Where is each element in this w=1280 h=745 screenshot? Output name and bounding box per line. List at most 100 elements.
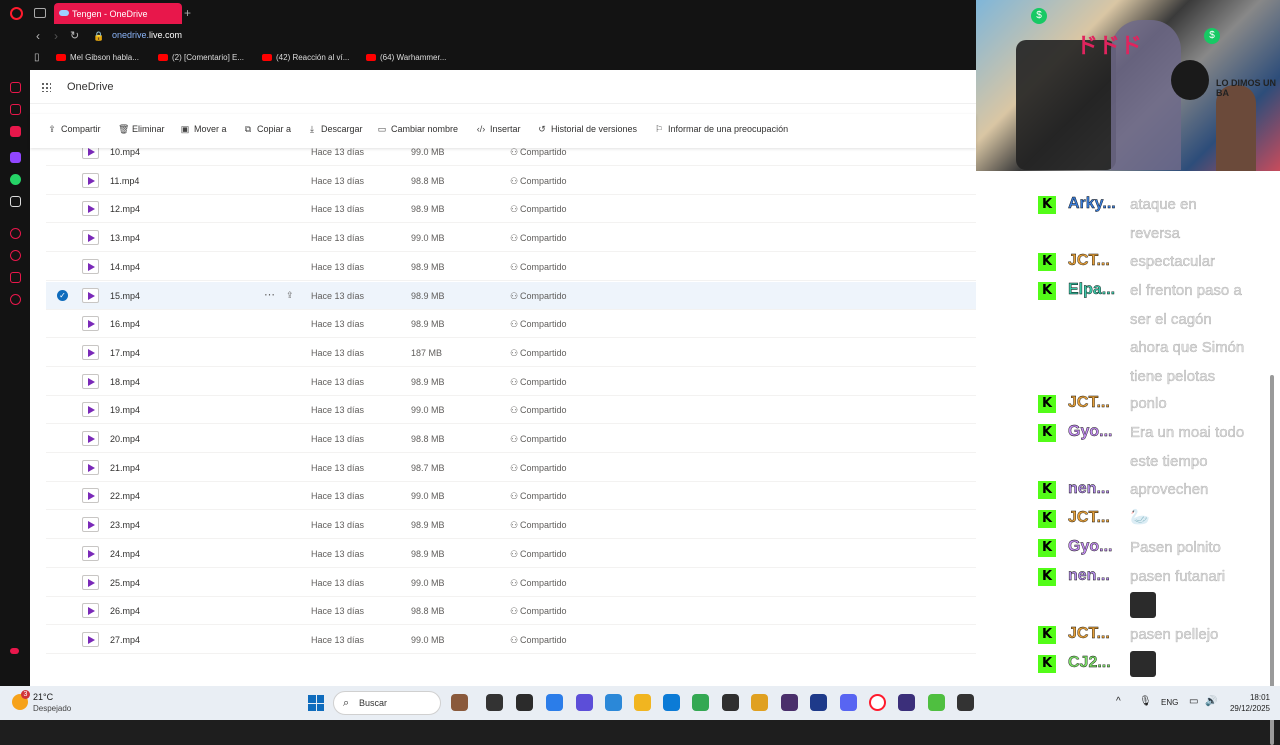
sharing-status[interactable]: ⚇ Compartido (510, 377, 567, 388)
file-name[interactable]: 15.mp4 (110, 291, 140, 301)
history-icon[interactable] (10, 250, 21, 261)
sharing-status[interactable]: ⚇ Compartido (510, 262, 567, 273)
table-row[interactable]: 13.mp4 Hace 13 días 99.0 MB ⚇ Compartido (46, 224, 976, 253)
sharing-status[interactable]: ⚇ Compartido (510, 405, 567, 416)
file-name[interactable]: 13.mp4 (110, 233, 140, 243)
copilot-icon[interactable] (546, 694, 563, 711)
sharing-status[interactable]: ⚇ Compartido (510, 434, 567, 445)
vivaldi-icon[interactable] (451, 694, 468, 711)
opera-logo-icon[interactable] (10, 7, 23, 20)
audition-icon[interactable] (810, 694, 827, 711)
back-arrow-icon[interactable]: ‹ (36, 29, 40, 43)
sharing-status[interactable]: ⚇ Compartido (510, 176, 567, 187)
reload-icon[interactable]: ↻ (70, 29, 79, 42)
tab-manager-icon[interactable] (34, 8, 46, 18)
sharing-status[interactable]: ⚇ Compartido (510, 233, 567, 244)
gx-icon[interactable] (10, 648, 19, 654)
taskbar-search[interactable]: ⌕ Buscar (333, 691, 441, 715)
steam-icon[interactable] (516, 694, 533, 711)
sharing-status[interactable]: ⚇ Compartido (510, 606, 567, 617)
file-name[interactable]: 17.mp4 (110, 348, 140, 358)
table-row[interactable]: 27.mp4 Hace 13 días 99.0 MB ⚇ Compartido (46, 626, 976, 654)
android-icon[interactable] (928, 694, 945, 711)
table-row[interactable]: 22.mp4 Hace 13 días 99.0 MB ⚇ Compartido (46, 482, 976, 511)
checkmark-icon[interactable]: ✓ (57, 289, 68, 301)
sharing-status[interactable]: ⚇ Compartido (510, 635, 567, 646)
twitch-icon[interactable] (10, 152, 21, 163)
file-name[interactable]: 25.mp4 (110, 578, 140, 588)
file-name[interactable]: 24.mp4 (110, 549, 140, 559)
file-name[interactable]: 10.mp4 (110, 147, 140, 157)
network-icon[interactable]: ▭ (1189, 696, 1198, 707)
x-icon[interactable] (10, 196, 21, 207)
explorer-icon[interactable] (605, 694, 622, 711)
file-name[interactable]: 12.mp4 (110, 204, 140, 214)
player-icon[interactable] (10, 228, 21, 239)
sharing-status[interactable]: ⚇ Compartido (510, 578, 567, 589)
teams-icon[interactable] (576, 694, 593, 711)
table-row[interactable]: 16.mp4 Hace 13 días 98.9 MB ⚇ Compartido (46, 310, 976, 339)
table-row[interactable]: 14.mp4 Hace 13 días 98.9 MB ⚇ Compartido (46, 253, 976, 281)
sharing-status[interactable]: ⚇ Compartido (510, 463, 567, 474)
sharing-status[interactable]: ⚇ Compartido (510, 147, 567, 158)
chevron-up-icon[interactable]: ^ (1116, 696, 1121, 707)
table-row[interactable]: 24.mp4 Hace 13 días 98.9 MB ⚇ Compartido (46, 540, 976, 568)
sharing-status[interactable]: ⚇ Compartido (510, 291, 567, 302)
visual-studio-icon[interactable] (898, 694, 915, 711)
table-row[interactable]: 11.mp4 Hace 13 días 98.8 MB ⚇ Compartido (46, 167, 976, 195)
forward-arrow-icon[interactable]: › (54, 29, 58, 43)
search-app-icon[interactable] (751, 694, 768, 711)
more-options-icon[interactable]: ⋯ (264, 288, 275, 301)
rename-button[interactable]: ▭ Cambiar nombre (377, 124, 458, 135)
table-row[interactable]: 17.mp4 Hace 13 días 187 MB ⚇ Compartido (46, 339, 976, 367)
move-to-button[interactable]: ▣ Mover a (180, 124, 227, 135)
weather-description[interactable]: Despejado (33, 704, 71, 713)
table-row[interactable]: 20.mp4 Hace 13 días 98.8 MB ⚇ Compartido (46, 425, 976, 453)
table-row[interactable]: 19.mp4 Hace 13 días 99.0 MB ⚇ Compartido (46, 396, 976, 425)
bag-icon[interactable] (10, 104, 21, 115)
embed-button[interactable]: ‹/› Insertar (476, 124, 521, 134)
file-name[interactable]: 27.mp4 (110, 635, 140, 645)
clock[interactable]: 18:01 29/12/2025 (1222, 692, 1270, 714)
file-name[interactable]: 18.mp4 (110, 377, 140, 387)
file-name[interactable]: 21.mp4 (110, 463, 140, 473)
opera-icon[interactable] (869, 694, 886, 711)
file-name[interactable]: 22.mp4 (110, 491, 140, 501)
whatsapp-icon[interactable] (10, 174, 21, 185)
language-indicator[interactable]: ENG (1161, 698, 1178, 707)
file-name[interactable]: 20.mp4 (110, 434, 140, 444)
share-file-icon[interactable]: ⇪ (286, 290, 294, 301)
file-name[interactable]: 11.mp4 (110, 176, 139, 186)
volume-icon[interactable]: 🔊 (1205, 696, 1217, 707)
windows-start-icon[interactable] (308, 695, 324, 711)
file-name[interactable]: 16.mp4 (110, 319, 140, 329)
bookmark-item[interactable]: (2) [Comentario] E... (158, 53, 244, 62)
delete-button[interactable]: 🗑 Eliminar (118, 124, 165, 135)
messenger-icon[interactable] (10, 126, 21, 137)
sharing-status[interactable]: ⚇ Compartido (510, 348, 567, 359)
table-row[interactable]: 21.mp4 Hace 13 días 98.7 MB ⚇ Compartido (46, 454, 976, 482)
extensions-icon[interactable] (10, 272, 21, 283)
sharing-status[interactable]: ⚇ Compartido (510, 520, 567, 531)
microphone-icon[interactable]: 🎙 (1139, 696, 1152, 707)
app-title[interactable]: OneDrive (67, 81, 113, 93)
version-history-button[interactable]: ↺ Historial de versiones (537, 124, 637, 135)
table-row[interactable]: 25.mp4 Hace 13 días 99.0 MB ⚇ Compartido (46, 569, 976, 597)
terminal-icon[interactable] (957, 694, 974, 711)
share-button[interactable]: ⇪ Compartir (47, 124, 100, 135)
report-concern-button[interactable]: ⚐ Informar de una preocupación (654, 124, 788, 135)
settings-gear-icon[interactable] (10, 294, 21, 305)
new-tab-button[interactable]: + (184, 6, 191, 20)
download-button[interactable]: ⤓ Descargar (307, 124, 363, 135)
temperature[interactable]: 21°C (33, 692, 53, 702)
sharing-status[interactable]: ⚇ Compartido (510, 204, 567, 215)
aria-icon[interactable] (10, 82, 21, 93)
folder-icon[interactable] (634, 694, 651, 711)
table-row[interactable]: 23.mp4 Hace 13 días 98.9 MB ⚇ Compartido (46, 511, 976, 540)
discord-icon[interactable] (840, 694, 857, 711)
file-name[interactable]: 14.mp4 (110, 262, 140, 272)
bookmark-item[interactable]: (42) Reacción al ví... (262, 53, 349, 62)
file-name[interactable]: 23.mp4 (110, 520, 140, 530)
file-name[interactable]: 26.mp4 (110, 606, 140, 616)
edge-icon[interactable] (663, 694, 680, 711)
